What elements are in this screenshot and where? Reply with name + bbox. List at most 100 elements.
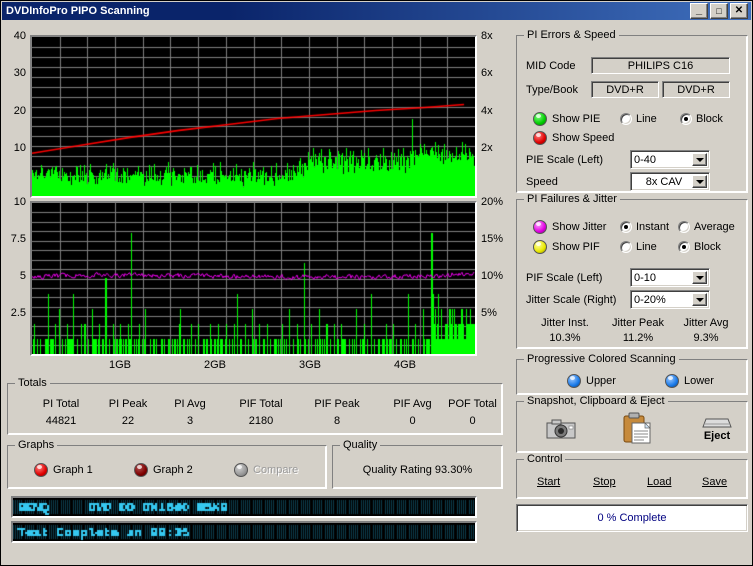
maximize-icon: □ — [716, 5, 722, 16]
compare-button[interactable]: Compare — [234, 463, 298, 477]
pi-failures-jitter-group: PI Failures & Jitter Show Jitter Show PI… — [516, 193, 748, 349]
totals-label-pof-total: POF Total — [448, 398, 497, 410]
pif-jitter-chart[interactable] — [30, 201, 477, 356]
pie-speed-chart[interactable] — [30, 35, 477, 198]
pif-line-label: Line — [636, 241, 657, 253]
graphs-legend: Graphs — [15, 439, 58, 451]
eject-icon — [702, 418, 732, 428]
progressive-scanning-group: Progressive Colored Scanning Upper Lower — [516, 353, 748, 395]
pif-ytick-10: 10 — [13, 196, 26, 208]
pie-ytick-10: 10 — [13, 142, 26, 154]
pi-errors-speed-group: PI Errors & Speed MID Code PHILIPS C16 T… — [516, 29, 748, 193]
lower-toggle[interactable]: Lower — [665, 374, 714, 388]
mid-code-field: PHILIPS C16 — [591, 57, 730, 74]
lcd-status-display — [11, 521, 477, 543]
show-pif-label: Show PIF — [552, 241, 600, 253]
progress-panel: 0 % Complete — [516, 504, 748, 532]
jitter-instant-radio[interactable]: Instant — [620, 221, 669, 233]
stop-button[interactable]: Stop — [593, 476, 616, 488]
maximize-button[interactable]: □ — [710, 3, 728, 19]
jitter-average-radio[interactable]: Average — [678, 221, 735, 233]
jitter-ytick-10: 10% — [481, 270, 504, 282]
camera-icon — [546, 419, 576, 439]
jitter-scale-chevron-down-icon[interactable] — [692, 293, 707, 306]
jitter-average-radio-dot — [678, 221, 690, 233]
pif-scale-chevron-down-icon[interactable] — [692, 271, 707, 284]
totals-group: Totals PI Total 44821 PI Peak 22 PI Avg … — [7, 377, 503, 435]
jitter-peak-value: 11.2% — [622, 332, 654, 344]
jitter-peak-label: Jitter Peak — [612, 317, 664, 329]
speed-select[interactable]: 8x CAV — [630, 172, 710, 191]
jitter-inst-value: 10.3% — [549, 332, 581, 344]
pi-failures-jitter-legend: PI Failures & Jitter — [524, 193, 620, 205]
pif-block-radio[interactable]: Block — [678, 241, 721, 253]
pie-line-radio[interactable]: Line — [620, 113, 657, 125]
speed-ytick-8x: 8x — [481, 30, 493, 42]
totals-value-pof-total: 0 — [469, 415, 476, 427]
show-speed-toggle[interactable]: Show Speed — [533, 131, 614, 145]
totals-value-pif-peak: 8 — [333, 415, 341, 427]
window-title: DVDInfoPro PIPO Scanning — [6, 5, 150, 17]
close-icon: ✕ — [734, 5, 744, 16]
jitter-instant-label: Instant — [636, 221, 670, 233]
copy-to-clipboard-button[interactable] — [620, 412, 654, 444]
eject-button[interactable]: Eject — [697, 412, 737, 446]
jitter-inst-label: Jitter Inst. — [541, 317, 589, 329]
pif-scale-select[interactable]: 0-10 — [630, 268, 710, 287]
load-button[interactable]: Load — [647, 476, 671, 488]
jitter-instant-radio-dot — [620, 221, 632, 233]
pif-line-radio-dot — [620, 241, 632, 253]
pie-block-radio[interactable]: Block — [680, 113, 723, 125]
type-field: DVD+R — [591, 81, 659, 98]
save-button[interactable]: Save — [702, 476, 727, 488]
xtick-2gb: 2GB — [203, 359, 226, 371]
pie-line-radio-dot — [620, 113, 632, 125]
mid-code-value: PHILIPS C16 — [627, 59, 694, 72]
show-jitter-led-icon — [533, 220, 547, 234]
book-value: DVD+R — [677, 83, 715, 96]
pif-scale-label: PIF Scale (Left) — [526, 272, 603, 284]
snapshot-clipboard-eject-group: Snapshot, Clipboard & Eject Eject — [516, 395, 748, 453]
jitter-scale-select[interactable]: 0-20% — [630, 290, 710, 309]
control-legend: Control — [524, 453, 566, 465]
graphs-group: Graphs Graph 1 Graph 2 Compare — [7, 439, 327, 489]
pie-scale-value: 0-40 — [634, 153, 657, 166]
pie-ytick-40: 40 — [13, 30, 26, 42]
pif-chart-data — [32, 203, 475, 354]
save-label: Save — [702, 476, 728, 488]
graph1-button[interactable]: Graph 1 — [34, 463, 93, 477]
window-controls: _ □ ✕ — [690, 3, 751, 19]
pif-block-radio-dot — [678, 241, 690, 253]
graph2-button[interactable]: Graph 2 — [134, 463, 193, 477]
minimize-icon: _ — [695, 4, 703, 16]
speed-chevron-down-icon[interactable] — [692, 175, 707, 188]
minimize-button[interactable]: _ — [690, 3, 708, 19]
graph2-led-icon — [134, 463, 148, 477]
jitter-avg-label: Jitter Avg — [683, 317, 729, 329]
show-jitter-toggle[interactable]: Show Jitter — [533, 220, 606, 234]
lcd-drive-display — [11, 496, 477, 518]
close-button[interactable]: ✕ — [730, 3, 748, 19]
pie-scale-chevron-down-icon[interactable] — [692, 153, 707, 166]
pie-scale-label: PIE Scale (Left) — [526, 154, 604, 166]
xtick-1gb: 1GB — [108, 359, 131, 371]
lower-label: Lower — [684, 375, 714, 387]
pie-scale-select[interactable]: 0-40 — [630, 150, 710, 169]
pie-ytick-30: 30 — [13, 67, 26, 79]
graph1-led-icon — [34, 463, 48, 477]
pif-line-radio[interactable]: Line — [620, 241, 657, 253]
speed-label: Speed — [526, 176, 558, 188]
pif-scale-value: 0-10 — [634, 271, 657, 284]
upper-toggle[interactable]: Upper — [567, 374, 616, 388]
snapshot-button[interactable] — [545, 414, 579, 444]
show-pie-label: Show PIE — [552, 113, 601, 125]
show-pie-toggle[interactable]: Show PIE — [533, 112, 600, 126]
graph1-label: Graph 1 — [53, 464, 93, 476]
pie-block-label: Block — [696, 113, 723, 125]
show-pif-toggle[interactable]: Show PIF — [533, 240, 600, 254]
pie-block-radio-dot — [680, 113, 692, 125]
jitter-avg-value: 9.3% — [693, 332, 719, 344]
load-label: Load — [647, 476, 672, 488]
pie-line-label: Line — [636, 113, 657, 125]
start-button[interactable]: Start — [537, 476, 560, 488]
